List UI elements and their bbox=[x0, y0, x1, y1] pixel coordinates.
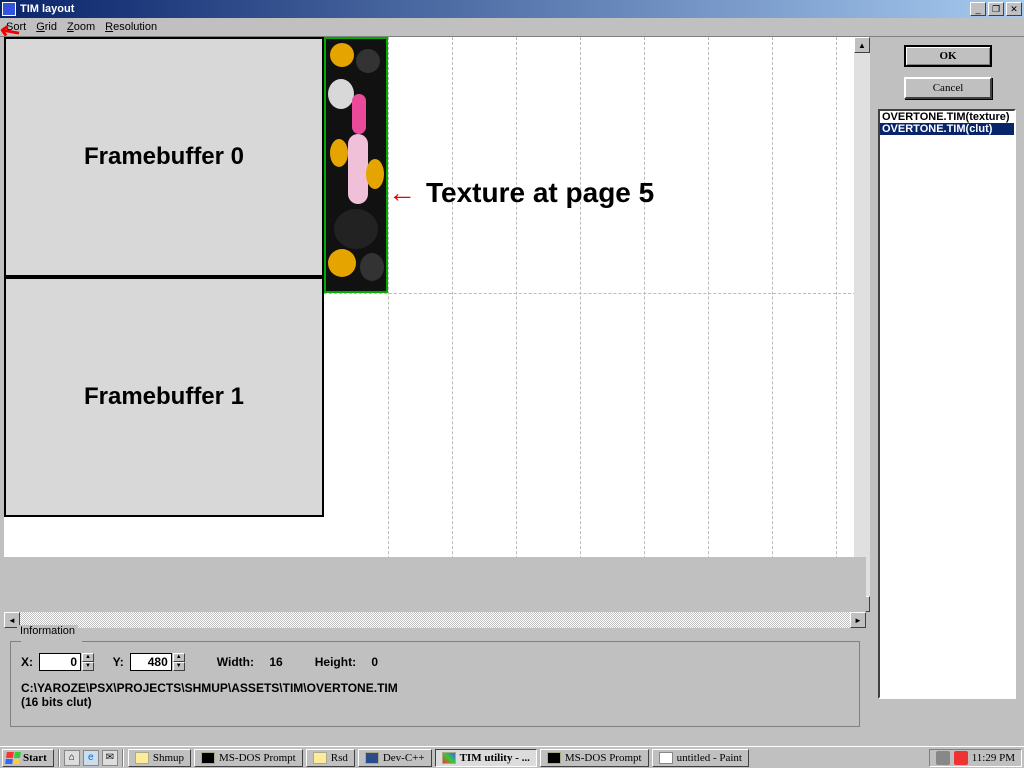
taskbar: Start ⌂ e ✉ Shmup MS-DOS Prompt Rsd Dev-… bbox=[0, 746, 1024, 768]
quicklaunch-outlook-icon[interactable]: ✉ bbox=[102, 750, 118, 766]
height-value: 0 bbox=[371, 655, 378, 669]
folder-icon bbox=[313, 752, 327, 764]
task-rsd[interactable]: Rsd bbox=[306, 749, 355, 767]
quicklaunch-desktop-icon[interactable]: ⌂ bbox=[64, 750, 80, 766]
main-area: Framebuffer 0 Framebuffer 1 ← Texture at… bbox=[0, 37, 1024, 746]
msdos-icon bbox=[201, 752, 215, 764]
start-button[interactable]: Start bbox=[2, 749, 54, 767]
titlebar: TIM layout _ ❐ ✕ bbox=[0, 0, 1024, 18]
y-label: Y: bbox=[113, 655, 124, 669]
quicklaunch-ie-icon[interactable]: e bbox=[83, 750, 99, 766]
y-field[interactable] bbox=[130, 653, 172, 671]
vertical-scrollbar[interactable]: ▲ ▼ bbox=[854, 37, 870, 612]
close-button[interactable]: ✕ bbox=[1006, 2, 1022, 16]
ok-button[interactable]: OK bbox=[904, 45, 992, 67]
information-legend: Information bbox=[17, 625, 78, 637]
task-msdos-2[interactable]: MS-DOS Prompt bbox=[540, 749, 649, 767]
maximize-button[interactable]: ❐ bbox=[988, 2, 1004, 16]
list-item[interactable]: OVERTONE.TIM(texture) bbox=[880, 111, 1014, 123]
minimize-button[interactable]: _ bbox=[970, 2, 986, 16]
width-value: 16 bbox=[269, 655, 282, 669]
folder-icon bbox=[135, 752, 149, 764]
menu-zoom[interactable]: Zoom bbox=[67, 21, 95, 33]
scroll-up-button[interactable]: ▲ bbox=[854, 37, 870, 53]
x-spin-up[interactable]: ▲ bbox=[82, 653, 94, 662]
tray-icon[interactable] bbox=[936, 751, 950, 765]
paint-icon bbox=[659, 752, 673, 764]
tim-icon bbox=[442, 752, 456, 764]
y-spin-up[interactable]: ▲ bbox=[173, 653, 185, 662]
clock: 11:29 PM bbox=[972, 752, 1015, 764]
task-devcpp[interactable]: Dev-C++ bbox=[358, 749, 432, 767]
system-tray[interactable]: 11:29 PM bbox=[929, 749, 1022, 767]
x-field[interactable] bbox=[39, 653, 81, 671]
horizontal-scrollbar[interactable]: ◄ ► bbox=[4, 612, 866, 628]
menu-resolution[interactable]: Resolution bbox=[105, 21, 157, 33]
task-paint[interactable]: untitled - Paint bbox=[652, 749, 749, 767]
information-panel: Information X: ▲▼ Y: ▲▼ Width: 16 Height… bbox=[10, 635, 860, 727]
tray-ati-icon[interactable] bbox=[954, 751, 968, 765]
texture-page-5[interactable] bbox=[324, 37, 388, 293]
task-shmup[interactable]: Shmup bbox=[128, 749, 191, 767]
windows-logo-icon bbox=[5, 752, 21, 764]
right-pane: OK Cancel OVERTONE.TIM(texture) OVERTONE… bbox=[878, 45, 1018, 699]
window-title: TIM layout bbox=[20, 3, 74, 15]
devcpp-icon bbox=[365, 752, 379, 764]
file-subtitle: (16 bits clut) bbox=[21, 695, 849, 709]
framebuffer-0-label: Framebuffer 0 bbox=[84, 143, 244, 171]
task-tim-utility[interactable]: TIM utility - ... bbox=[435, 749, 537, 767]
list-item[interactable]: OVERTONE.TIM(clut) bbox=[880, 123, 1014, 135]
msdos-icon bbox=[547, 752, 561, 764]
width-label: Width: bbox=[217, 655, 254, 669]
framebuffer-0[interactable]: Framebuffer 0 bbox=[4, 37, 324, 277]
tim-list[interactable]: OVERTONE.TIM(texture) OVERTONE.TIM(clut) bbox=[878, 109, 1016, 699]
arrow-left-icon: ← bbox=[388, 177, 416, 209]
framebuffer-1[interactable]: Framebuffer 1 bbox=[4, 277, 324, 517]
cancel-button[interactable]: Cancel bbox=[904, 77, 992, 99]
y-spin-down[interactable]: ▼ bbox=[173, 662, 185, 671]
file-path: C:\YAROZE\PSX\PROJECTS\SHMUP\ASSETS\TIM\… bbox=[21, 681, 849, 695]
vram-layout-canvas[interactable]: Framebuffer 0 Framebuffer 1 ← Texture at… bbox=[4, 37, 866, 624]
height-label: Height: bbox=[315, 655, 356, 669]
menu-grid[interactable]: Grid bbox=[36, 21, 57, 33]
framebuffer-1-label: Framebuffer 1 bbox=[84, 383, 244, 411]
menubar: Sort Grid Zoom Resolution bbox=[0, 18, 1024, 37]
x-label: X: bbox=[21, 655, 33, 669]
x-spin-down[interactable]: ▼ bbox=[82, 662, 94, 671]
scroll-right-button[interactable]: ► bbox=[850, 612, 866, 628]
task-msdos-1[interactable]: MS-DOS Prompt bbox=[194, 749, 303, 767]
annotation-texture: ← Texture at page 5 bbox=[388, 177, 654, 209]
